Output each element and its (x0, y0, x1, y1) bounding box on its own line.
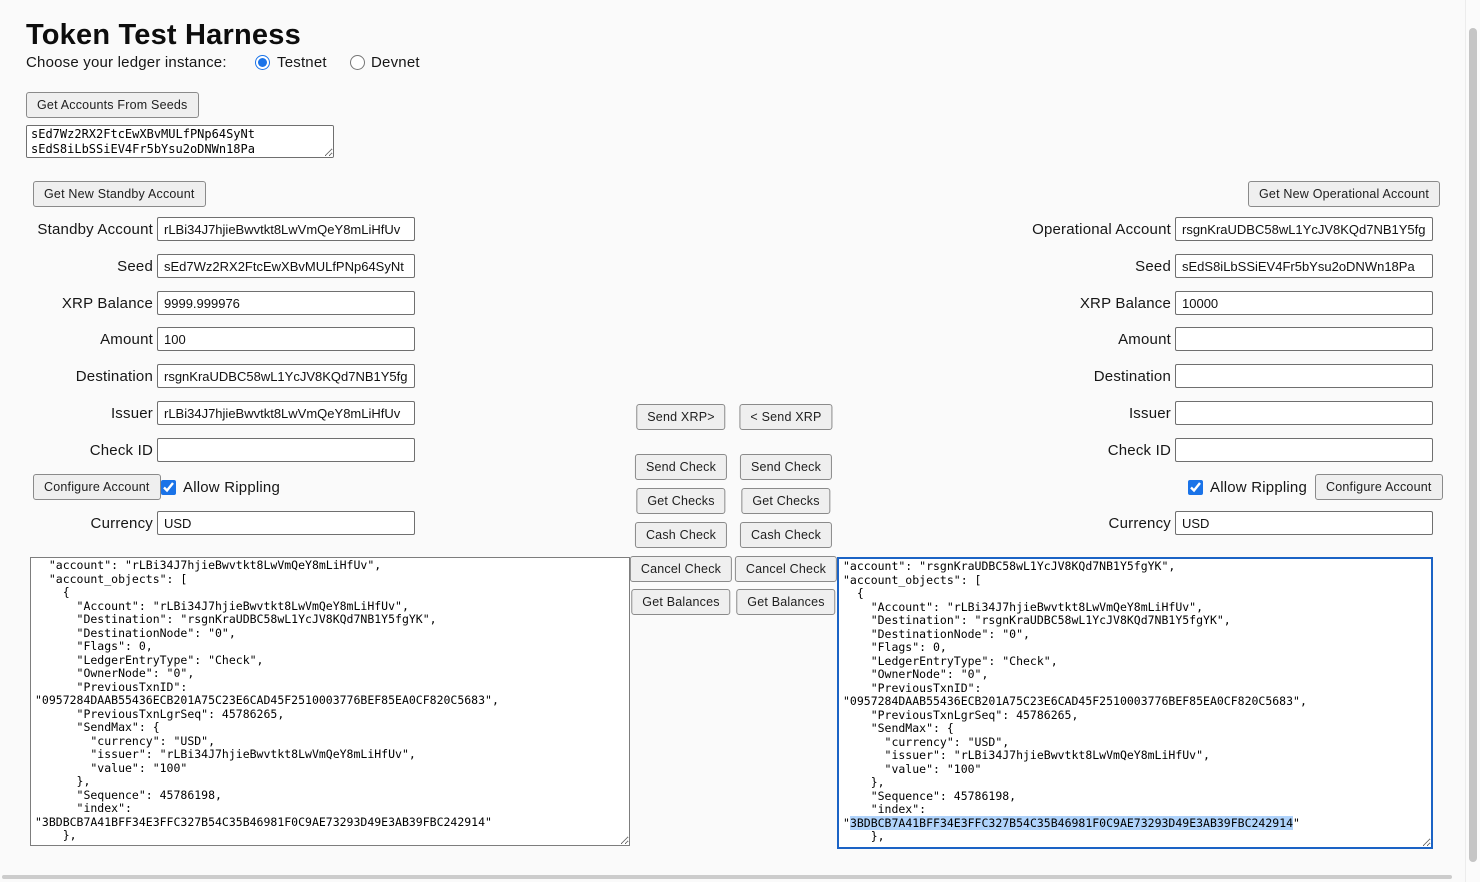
operational-send-check-button[interactable]: Send Check (740, 454, 832, 480)
operational-currency-label: Currency (920, 515, 1171, 532)
standby-xrp-balance-label: XRP Balance (0, 295, 153, 312)
standby-amount-label: Amount (0, 331, 153, 348)
standby-destination-label: Destination (0, 368, 153, 385)
operational-cancel-check-button[interactable]: Cancel Check (735, 556, 837, 582)
operational-currency-input[interactable] (1175, 511, 1433, 535)
standby-destination-input[interactable] (157, 364, 415, 388)
operational-issuer-label: Issuer (920, 405, 1171, 422)
operational-get-balances-button[interactable]: Get Balances (736, 589, 835, 615)
standby-currency-input[interactable] (157, 511, 415, 535)
standby-send-xrp-button[interactable]: Send XRP> (636, 404, 725, 430)
operational-check-id-input[interactable] (1175, 438, 1433, 462)
standby-check-id-input[interactable] (157, 438, 415, 462)
standby-cancel-check-button[interactable]: Cancel Check (630, 556, 732, 582)
standby-account-input[interactable] (157, 217, 415, 241)
standby-configure-account-button[interactable]: Configure Account (33, 474, 161, 500)
page-title: Token Test Harness (26, 19, 301, 52)
radio-devnet-label[interactable]: Devnet (371, 54, 420, 71)
operational-send-xrp-button[interactable]: < Send XRP (739, 404, 832, 430)
operational-amount-label: Amount (920, 331, 1171, 348)
standby-send-check-button[interactable]: Send Check (635, 454, 727, 480)
standby-result-output[interactable]: "account": "rLBi34J7hjieBwvtkt8LwVmQeY8m… (30, 557, 630, 846)
standby-seed-input[interactable] (157, 254, 415, 278)
standby-result-text: "account": "rLBi34J7hjieBwvtkt8LwVmQeY8m… (35, 558, 499, 842)
operational-result-output[interactable]: "account": "rsgnKraUDBC58wL1YcJV8KQd7NB1… (837, 557, 1433, 849)
page-horizontal-scrollbar[interactable] (0, 874, 1466, 880)
operational-allow-rippling-checkbox[interactable] (1188, 480, 1203, 495)
page-horizontal-scrollbar-thumb[interactable] (2, 875, 1452, 879)
operational-check-id-label: Check ID (920, 442, 1171, 459)
operational-account-input[interactable] (1175, 217, 1433, 241)
operational-destination-input[interactable] (1175, 364, 1433, 388)
operational-issuer-input[interactable] (1175, 401, 1433, 425)
standby-issuer-label: Issuer (0, 405, 153, 422)
operational-xrp-balance-label: XRP Balance (920, 295, 1171, 312)
page-vertical-scrollbar[interactable] (1465, 0, 1480, 882)
operational-destination-label: Destination (920, 368, 1171, 385)
standby-check-id-label: Check ID (0, 442, 153, 459)
standby-xrp-balance-input[interactable] (157, 291, 415, 315)
standby-amount-input[interactable] (157, 327, 415, 351)
radio-testnet[interactable] (255, 55, 270, 70)
operational-xrp-balance-input[interactable] (1175, 291, 1433, 315)
operational-allow-rippling-label[interactable]: Allow Rippling (1210, 479, 1307, 496)
operational-result-text-before: "account": "rsgnKraUDBC58wL1YcJV8KQd7NB1… (843, 559, 1307, 830)
standby-get-checks-button[interactable]: Get Checks (636, 488, 725, 514)
operational-amount-input[interactable] (1175, 327, 1433, 351)
radio-devnet[interactable] (350, 55, 365, 70)
operational-account-label: Operational Account (920, 221, 1171, 238)
token-test-harness-page: Token Test Harness Choose your ledger in… (0, 0, 1480, 882)
get-new-operational-account-button[interactable]: Get New Operational Account (1248, 181, 1440, 207)
operational-get-checks-button[interactable]: Get Checks (741, 488, 830, 514)
standby-account-label: Standby Account (0, 221, 153, 238)
ledger-instance-label: Choose your ledger instance: (26, 54, 227, 71)
radio-testnet-label[interactable]: Testnet (277, 54, 327, 71)
standby-currency-label: Currency (0, 515, 153, 532)
standby-get-balances-button[interactable]: Get Balances (631, 589, 730, 615)
standby-cash-check-button[interactable]: Cash Check (635, 522, 727, 548)
operational-cash-check-button[interactable]: Cash Check (740, 522, 832, 548)
standby-issuer-input[interactable] (157, 401, 415, 425)
standby-allow-rippling-checkbox[interactable] (161, 480, 176, 495)
operational-configure-account-button[interactable]: Configure Account (1315, 474, 1443, 500)
standby-allow-rippling-label[interactable]: Allow Rippling (183, 479, 280, 496)
seeds-textarea[interactable]: sEd7Wz2RX2FtcEwXBvMULfPNp64SyNt sEdS8iLb… (26, 125, 334, 158)
get-accounts-from-seeds-button[interactable]: Get Accounts From Seeds (26, 92, 199, 118)
operational-seed-input[interactable] (1175, 254, 1433, 278)
operational-seed-label: Seed (920, 258, 1171, 275)
get-new-standby-account-button[interactable]: Get New Standby Account (33, 181, 206, 207)
selected-text: 3BDBCB7A41BFF34E3FFC327B54C35B46981F0C9A… (850, 816, 1293, 830)
page-vertical-scrollbar-thumb[interactable] (1469, 28, 1477, 862)
standby-seed-label: Seed (0, 258, 153, 275)
